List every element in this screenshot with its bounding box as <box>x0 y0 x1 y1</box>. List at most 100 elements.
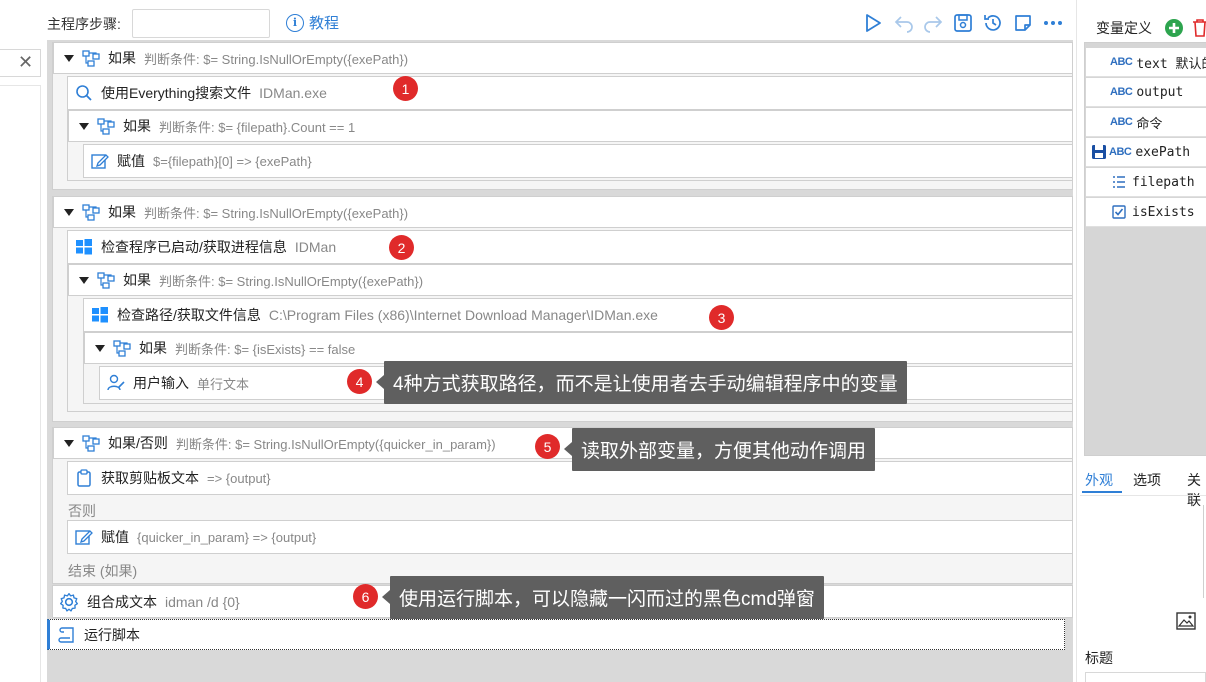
variable-name: isExists <box>1132 204 1195 220</box>
collapse-icon[interactable] <box>64 54 74 62</box>
active-tab-indicator <box>1082 491 1122 493</box>
note-icon[interactable] <box>1012 12 1034 34</box>
history-icon[interactable] <box>982 12 1004 34</box>
tab-options[interactable]: 选项 <box>1133 470 1161 490</box>
step-title: 如果 <box>108 50 136 66</box>
else-label: 否则 <box>68 501 96 521</box>
delete-icon[interactable] <box>1192 18 1206 38</box>
text-type-icon: ABC <box>1109 146 1132 158</box>
tab-appearance[interactable]: 外观 <box>1085 470 1113 490</box>
step-everything-search[interactable]: 使用Everything搜索文件 IDMan.exe <box>67 76 1073 110</box>
step-title: 如果 <box>139 340 167 356</box>
windows-icon <box>76 239 92 255</box>
step-title: 检查程序已启动/获取进程信息 <box>101 239 287 255</box>
annotation-badge-5: 5 <box>535 434 560 459</box>
title-field-input[interactable] <box>1085 672 1206 682</box>
variable-item[interactable]: isExists <box>1086 198 1206 227</box>
step-run-script[interactable]: 运行脚本 <box>47 619 1065 650</box>
text-type-icon: ABC <box>1110 116 1133 128</box>
step-detail: C:\Program Files (x86)\Internet Download… <box>268 307 658 323</box>
variable-item[interactable]: ABC exePath <box>1086 138 1206 167</box>
search-icon <box>76 85 92 101</box>
step-if[interactable]: 如果 判断条件: $= {isExists} == false <box>84 332 1073 364</box>
step-detail: {quicker_in_param} => {output} <box>137 529 317 545</box>
windows-icon <box>92 307 108 323</box>
redo-icon[interactable] <box>922 12 944 34</box>
add-variable-icon[interactable] <box>1164 18 1184 38</box>
step-check-path[interactable]: 检查路径/获取文件信息 C:\Program Files (x86)\Inter… <box>83 298 1073 332</box>
text-type-icon: ABC <box>1110 56 1133 68</box>
divider <box>0 85 41 86</box>
step-detail: $={filepath}[0] => {exePath} <box>153 153 312 169</box>
step-title: 运行脚本 <box>84 626 140 643</box>
save-icon[interactable] <box>952 12 974 34</box>
step-title: 赋值 <box>117 153 145 169</box>
step-title: 如果 <box>123 272 151 288</box>
script-icon <box>58 626 74 643</box>
more-icon[interactable] <box>1042 12 1064 34</box>
step-if[interactable]: 如果 判断条件: $= String.IsNullOrEmpty({exePat… <box>53 196 1073 228</box>
step-detail: IDMan.exe <box>259 85 327 101</box>
step-if[interactable]: 如果 判断条件: $= String.IsNullOrEmpty({exePat… <box>68 264 1073 296</box>
step-title: 检查路径/获取文件信息 <box>117 307 261 323</box>
close-icon[interactable]: ✕ <box>18 52 33 72</box>
collapse-icon[interactable] <box>79 276 89 284</box>
step-assign[interactable]: 赋值 {quicker_in_param} => {output} <box>67 520 1073 554</box>
step-title: 如果/否则 <box>108 435 168 451</box>
collapse-icon[interactable] <box>95 344 105 352</box>
step-detail: idman /d {0} <box>165 593 240 610</box>
image-icon[interactable] <box>1176 612 1196 630</box>
annotation-callout-4: 4种方式获取路径，而不是让使用者去手动编辑程序中的变量 <box>376 361 907 404</box>
annotation-callout-6: 使用运行脚本，可以隐藏一闪而过的黑色cmd弹窗 <box>382 576 824 619</box>
edit-icon <box>91 154 109 169</box>
variable-item[interactable]: ABC 命令 <box>1086 108 1206 137</box>
variable-name: text 默认的 <box>1136 56 1206 72</box>
divider <box>1076 0 1077 682</box>
step-title: 组合成文本 <box>87 593 157 610</box>
save-state-icon <box>1092 145 1106 159</box>
step-detail: 判断条件: $= String.IsNullOrEmpty({exePath}) <box>159 273 424 289</box>
step-detail: 判断条件: $= {isExists} == false <box>175 341 356 357</box>
undo-icon[interactable] <box>893 12 915 34</box>
divider <box>40 85 41 682</box>
step-assign[interactable]: 赋值 $={filepath}[0] => {exePath} <box>83 144 1073 178</box>
clipboard-icon <box>77 469 91 487</box>
gear-icon <box>60 592 79 612</box>
variable-name: output <box>1136 84 1184 100</box>
step-detail: 判断条件: $= String.IsNullOrEmpty({exePath}) <box>144 51 409 67</box>
step-title: 如果 <box>123 118 151 134</box>
step-title: 获取剪贴板文本 <box>101 470 199 486</box>
step-detail: 判断条件: $= {filepath}.Count == 1 <box>159 119 356 135</box>
steps-label: 主程序步骤: <box>47 16 121 32</box>
text-type-icon: ABC <box>1110 86 1133 98</box>
collapse-icon[interactable] <box>64 208 74 216</box>
tab-related[interactable]: 关联 <box>1187 470 1206 510</box>
variable-item[interactable]: ABC text 默认的 <box>1086 48 1206 77</box>
annotation-badge-3: 3 <box>709 305 734 330</box>
step-title: 赋值 <box>101 529 129 545</box>
annotation-badge-4: 4 <box>347 369 372 394</box>
collapse-icon[interactable] <box>64 439 74 447</box>
checkbox-type-icon <box>1112 205 1126 219</box>
step-if-else[interactable]: 如果/否则 判断条件: $= String.IsNullOrEmpty({qui… <box>53 427 1073 459</box>
play-icon[interactable] <box>862 12 884 34</box>
annotation-callout-5: 读取外部变量，方便其他动作调用 <box>563 428 876 471</box>
variable-item[interactable]: filepath <box>1086 168 1206 197</box>
collapse-icon[interactable] <box>79 122 89 130</box>
tutorial-link[interactable]: i 教程 <box>286 12 339 33</box>
branch-icon <box>82 435 100 452</box>
variable-name: filepath <box>1132 174 1195 190</box>
step-detail: IDMan <box>294 239 337 255</box>
app-window: ✕ 主程序步骤: i 教程 如果 判断条件: $= String.IsNullO… <box>0 0 1206 682</box>
steps-input[interactable] <box>132 9 270 38</box>
step-if[interactable]: 如果 判断条件: $= String.IsNullOrEmpty({exePat… <box>53 42 1073 74</box>
variable-name: exePath <box>1135 144 1191 160</box>
step-if[interactable]: 如果 判断条件: $= {filepath}.Count == 1 <box>68 110 1073 142</box>
variable-item[interactable]: ABC output <box>1086 78 1206 107</box>
step-check-process[interactable]: 检查程序已启动/获取进程信息 IDMan <box>67 230 1073 264</box>
branch-icon <box>113 340 131 357</box>
step-get-clipboard[interactable]: 获取剪贴板文本 => {output} <box>67 461 1073 495</box>
branch-icon <box>97 272 115 289</box>
branch-icon <box>82 204 100 221</box>
user-input-icon <box>107 374 125 391</box>
